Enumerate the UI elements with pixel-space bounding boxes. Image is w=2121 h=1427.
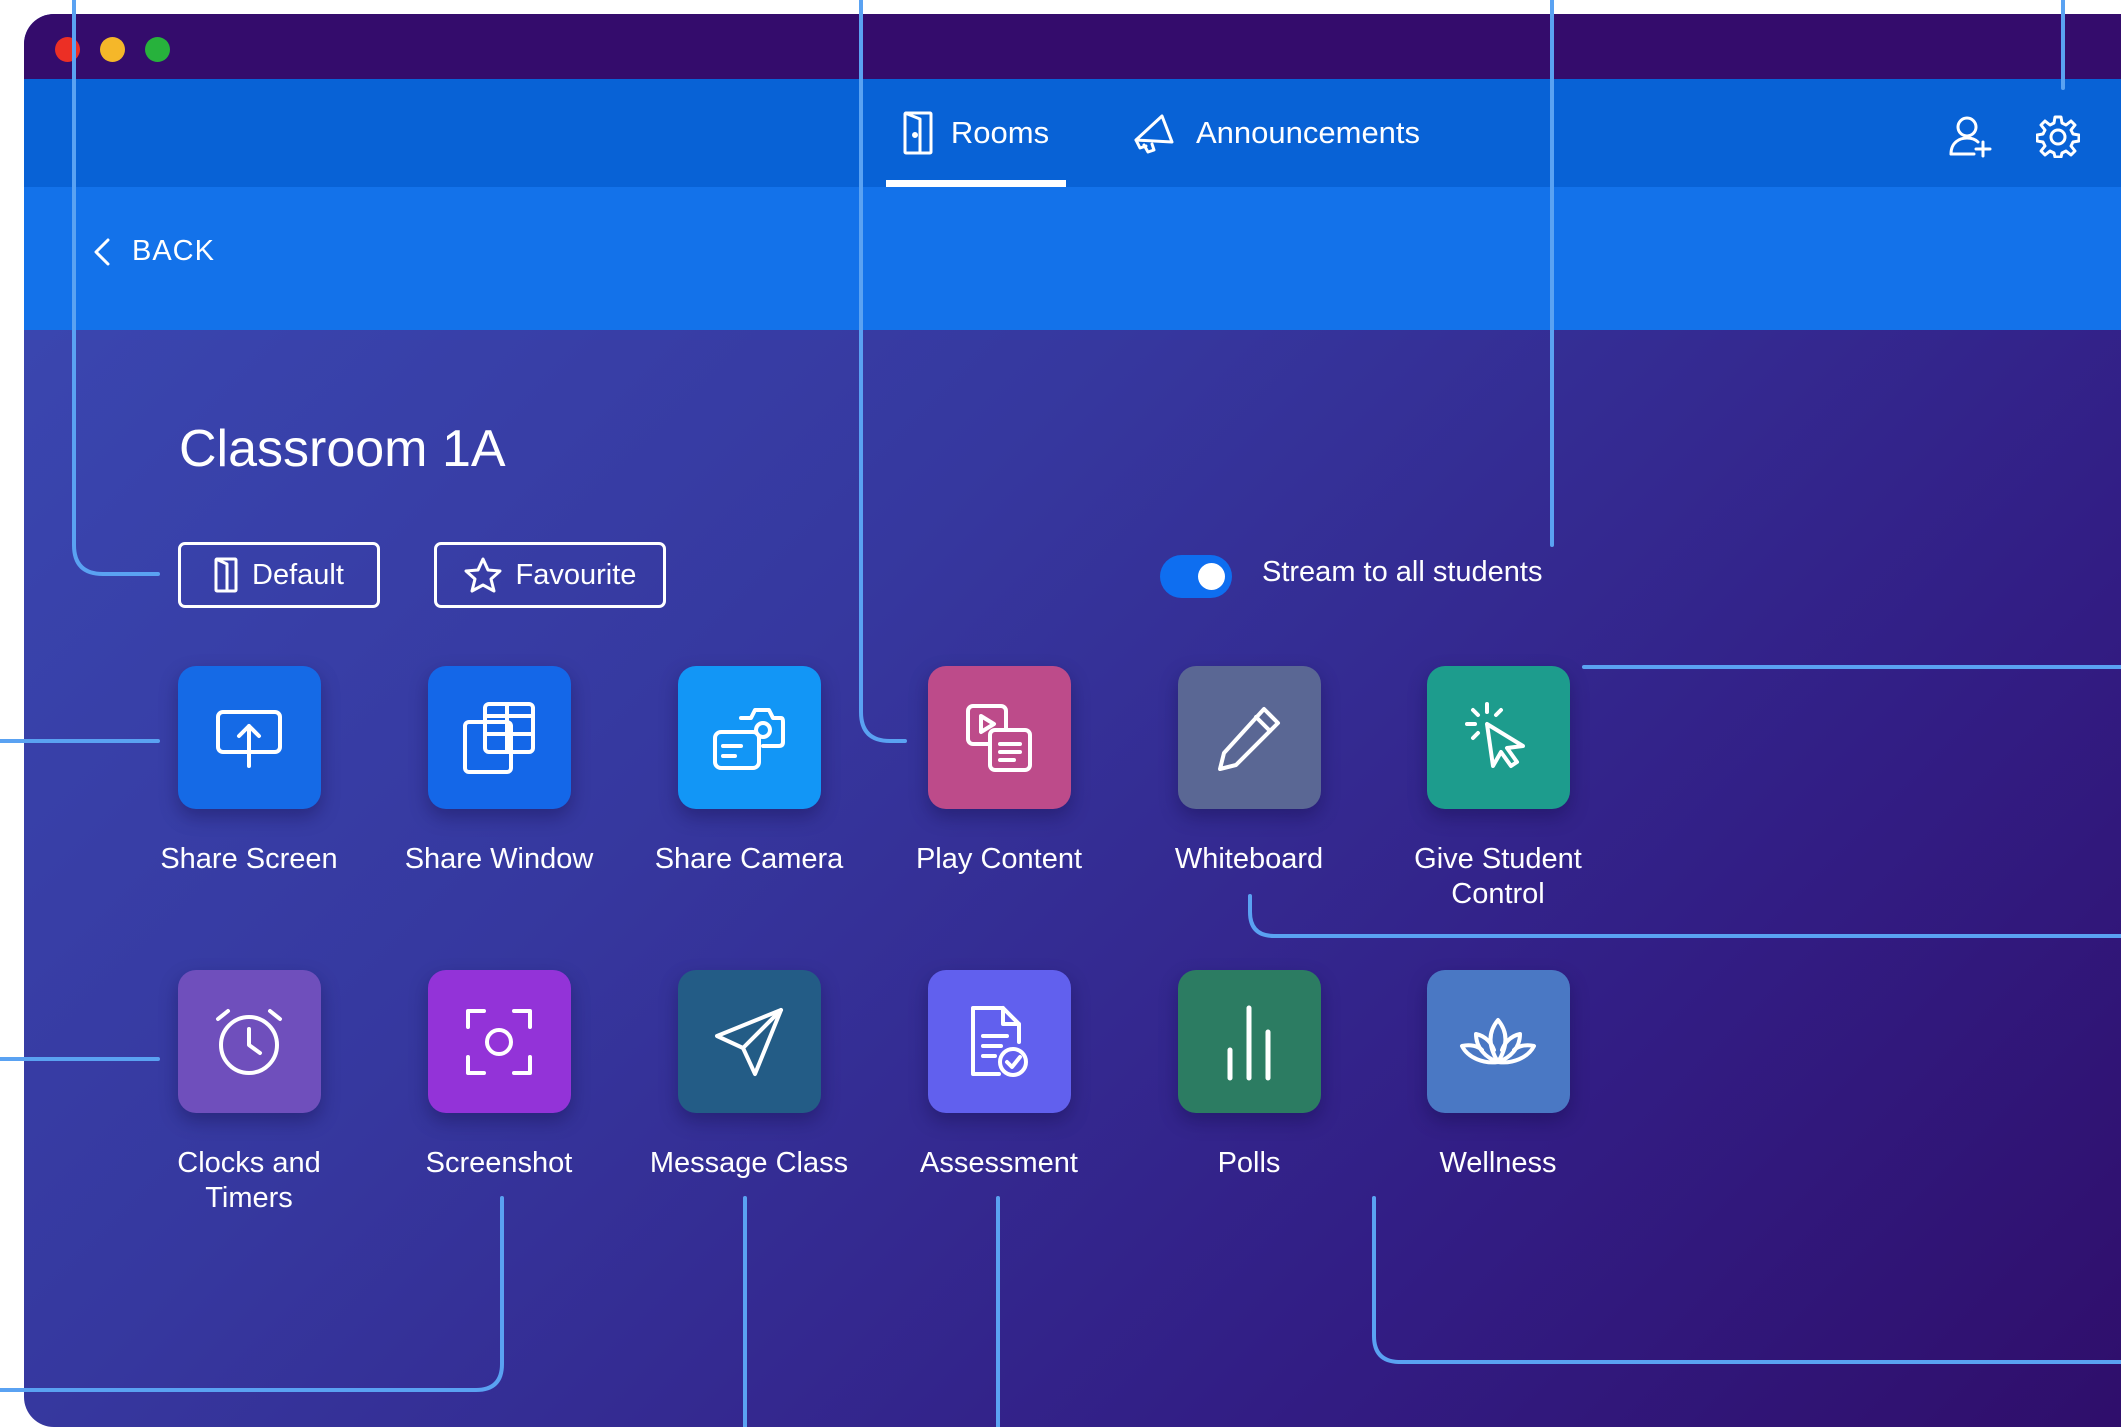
play-content-button[interactable]	[927, 666, 1071, 809]
cursor-click-icon	[1465, 701, 1525, 768]
message-class-button[interactable]	[677, 970, 821, 1113]
share-screen-tile[interactable]: Share Screen	[149, 666, 349, 877]
door-icon	[214, 557, 238, 593]
share-window-icon	[463, 701, 535, 774]
pencil-icon	[1218, 706, 1280, 771]
bar-chart-icon	[1227, 1005, 1271, 1080]
screenshot-icon	[466, 1008, 532, 1075]
screenshot-label: Screenshot	[425, 1147, 573, 1179]
title-bar	[24, 14, 2121, 79]
favourite-button[interactable]: Favourite	[434, 542, 666, 608]
add-user-icon[interactable]	[1948, 114, 1992, 158]
share-window-tile[interactable]: Share Window	[399, 666, 599, 877]
share-camera-button[interactable]	[677, 666, 821, 809]
alarm-clock-icon	[216, 1008, 282, 1075]
polls-button[interactable]	[1177, 970, 1321, 1113]
play-content-tile[interactable]: Play Content	[899, 666, 1099, 877]
assessment-label: Assessment	[920, 1147, 1078, 1179]
tab-rooms-label: Rooms	[950, 115, 1050, 150]
screenshot-button[interactable]	[427, 970, 571, 1113]
camera-icon	[713, 707, 785, 770]
message-class-label: Message Class	[649, 1147, 849, 1179]
tab-rooms[interactable]: Rooms	[886, 79, 1066, 187]
wellness-tile[interactable]: Wellness	[1398, 970, 1598, 1181]
give-student-control-button[interactable]	[1426, 666, 1570, 809]
door-icon	[903, 111, 933, 155]
whiteboard-button[interactable]	[1177, 666, 1321, 809]
tab-announcements-label: Announcements	[1196, 115, 1421, 150]
favourite-label: Favourite	[515, 558, 637, 591]
close-window-button[interactable]	[55, 37, 80, 62]
assessment-tile[interactable]: Assessment	[899, 970, 1099, 1181]
assessment-button[interactable]	[927, 970, 1071, 1113]
play-content-label: Play Content	[915, 843, 1083, 875]
give-student-control-label: Give Student Control	[1414, 843, 1582, 910]
play-content-icon	[966, 703, 1032, 772]
tab-announcements[interactable]: Announcements	[1132, 79, 1420, 187]
back-button[interactable]: BACK	[94, 235, 215, 268]
default-label: Default	[252, 558, 344, 591]
lotus-icon	[1460, 1017, 1536, 1064]
clocks-and-timers-button[interactable]	[177, 970, 321, 1113]
polls-tile[interactable]: Polls	[1149, 970, 1349, 1181]
give-student-control-tile[interactable]: Give Student Control	[1398, 666, 1598, 912]
share-window-button[interactable]	[427, 666, 571, 809]
whiteboard-tile[interactable]: Whiteboard	[1149, 666, 1349, 877]
assessment-icon	[971, 1005, 1028, 1077]
chevron-left-icon	[94, 238, 110, 265]
clocks-and-timers-tile[interactable]: Clocks and Timers	[149, 970, 349, 1216]
share-screen-icon	[216, 709, 282, 768]
whiteboard-label: Whiteboard	[1174, 843, 1324, 875]
megaphone-icon	[1134, 114, 1174, 154]
stream-toggle[interactable]	[1160, 555, 1232, 598]
back-bar: BACK	[24, 187, 2121, 330]
share-camera-tile[interactable]: Share Camera	[649, 666, 849, 877]
minimize-window-button[interactable]	[100, 37, 125, 62]
page-title: Classroom 1A	[179, 420, 506, 478]
top-nav: Rooms Announcements	[24, 79, 2121, 187]
screenshot-tile[interactable]: Screenshot	[399, 970, 599, 1181]
default-button[interactable]: Default	[178, 542, 380, 608]
share-screen-button[interactable]	[177, 666, 321, 809]
paper-plane-icon	[715, 1007, 783, 1076]
toggle-knob	[1198, 563, 1225, 590]
maximize-window-button[interactable]	[145, 37, 170, 62]
clocks-and-timers-label: Clocks and Timers	[177, 1147, 321, 1214]
share-camera-label: Share Camera	[654, 843, 844, 875]
back-label: BACK	[132, 235, 215, 267]
stream-label: Stream to all students	[1262, 556, 1543, 588]
gear-icon[interactable]	[2036, 114, 2080, 158]
app-window: Rooms Announcements BACK Classroom 1A De…	[24, 14, 2121, 1427]
polls-label: Polls	[1217, 1147, 1281, 1179]
share-window-label: Share Window	[404, 843, 594, 875]
wellness-label: Wellness	[1439, 1147, 1557, 1179]
star-icon	[464, 557, 502, 593]
share-screen-label: Share Screen	[160, 843, 338, 875]
message-class-tile[interactable]: Message Class	[649, 970, 849, 1181]
wellness-button[interactable]	[1426, 970, 1570, 1113]
